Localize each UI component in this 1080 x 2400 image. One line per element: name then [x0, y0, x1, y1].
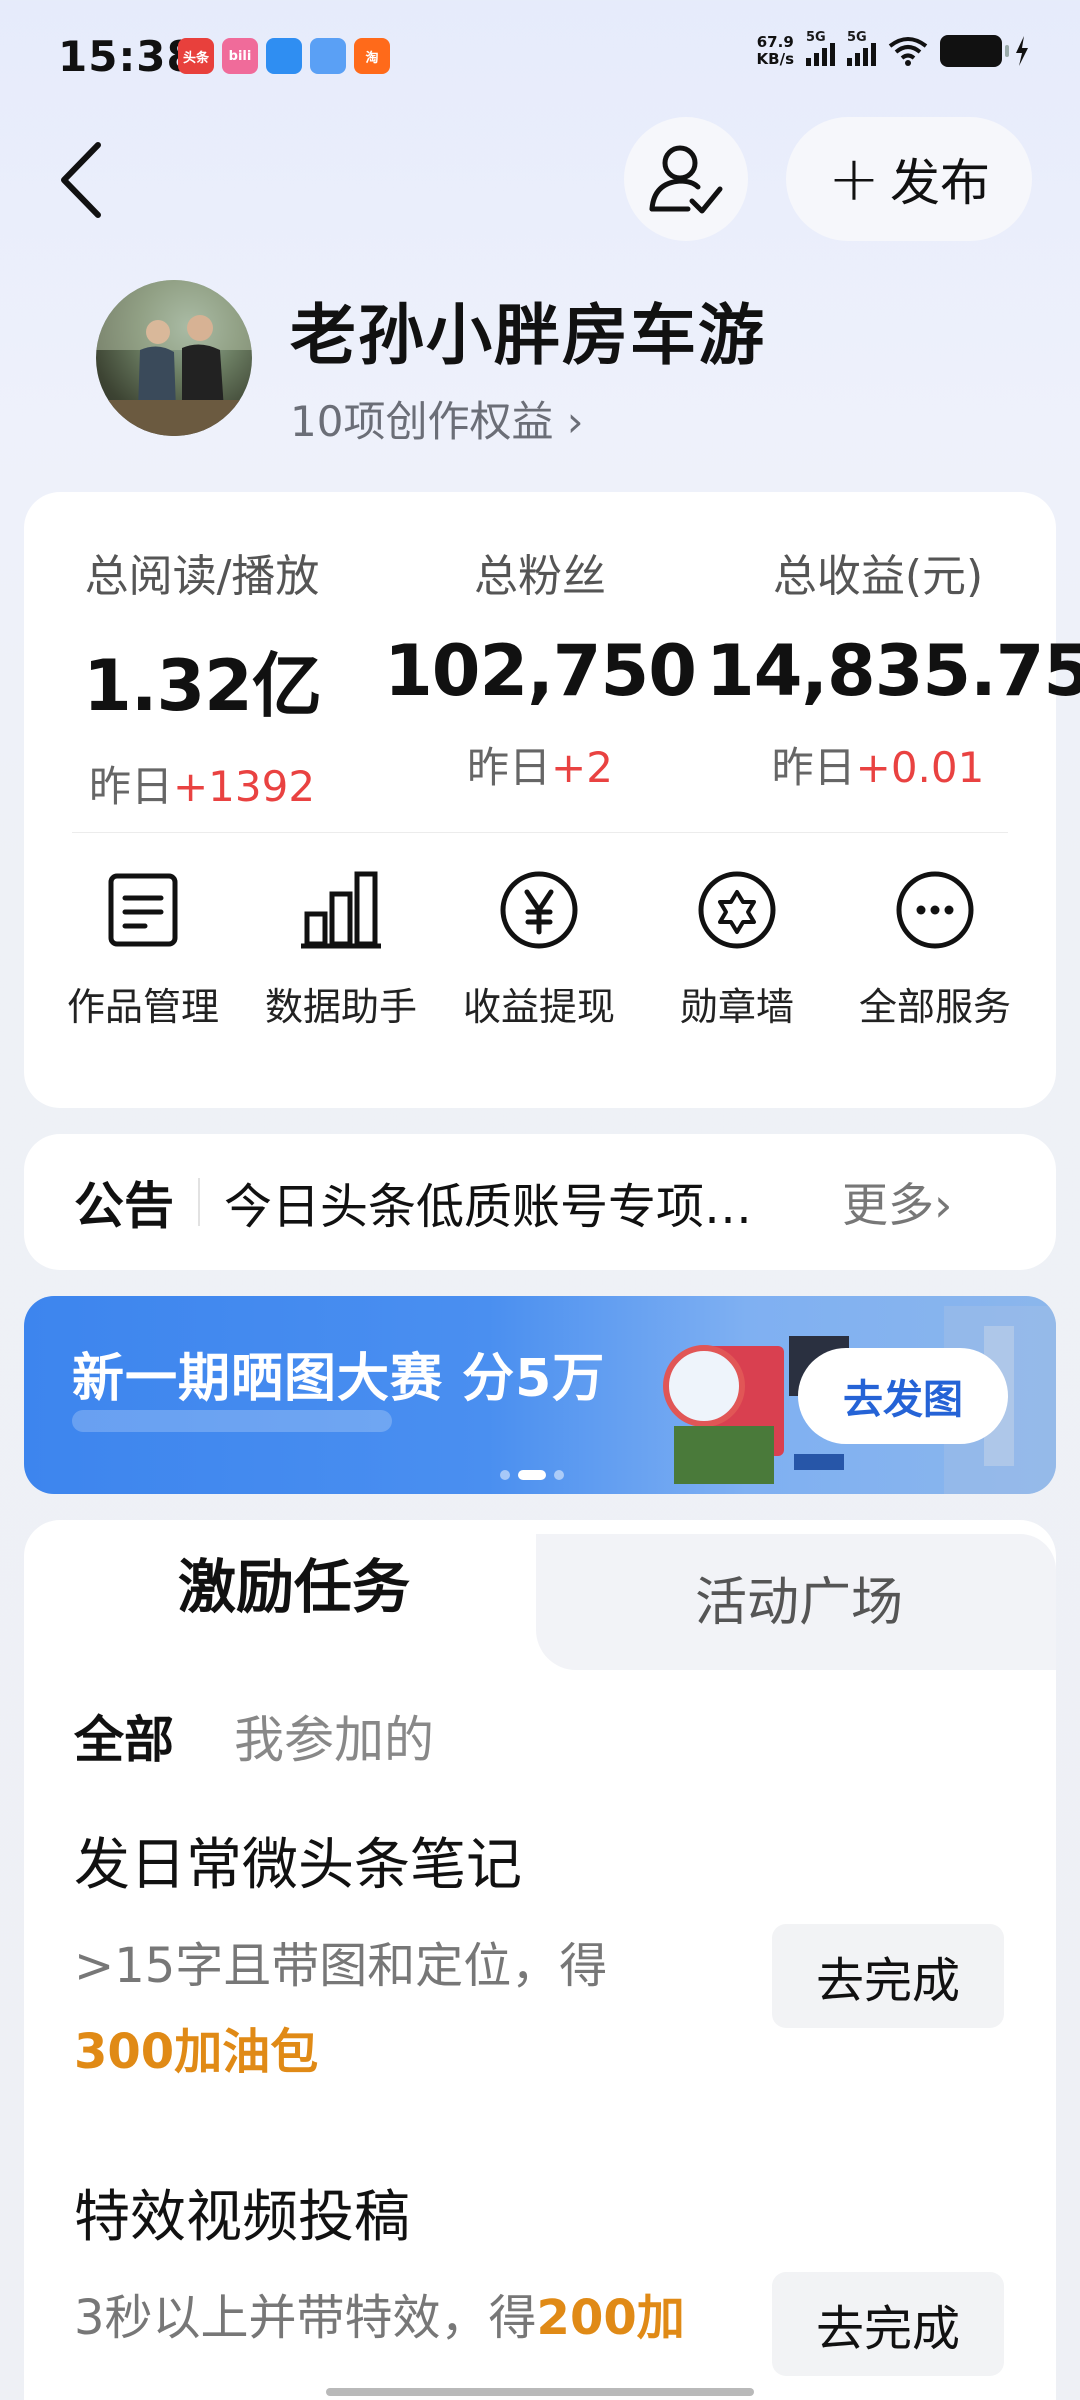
- tasks-section: 激励任务 活动广场 全部 我参加的 发日常微头条笔记 >15字且带图和定位，得 3…: [24, 1520, 1056, 2400]
- service-label: 勋章墙: [679, 985, 794, 1029]
- service-all-services[interactable]: 全部服务: [836, 868, 1034, 1031]
- battery-icon: [940, 35, 1009, 67]
- divider: [72, 832, 1008, 833]
- filter-joined[interactable]: 我参加的: [234, 1700, 434, 1772]
- publish-label: 发布: [889, 154, 990, 212]
- more-icon: [896, 871, 974, 949]
- task-reward: 300加油包: [74, 2024, 319, 2080]
- status-time: 15:38: [58, 32, 197, 81]
- tab-activity-plaza[interactable]: 活动广场: [544, 1560, 1054, 1635]
- document-icon: [108, 873, 178, 947]
- service-label: 作品管理: [66, 985, 219, 1029]
- bar-chart-icon: [301, 871, 381, 949]
- toutiao-icon: 头条: [178, 38, 214, 74]
- tab-incentive-tasks[interactable]: 激励任务: [24, 1540, 564, 1624]
- stat-delta: 昨日+0.01: [706, 734, 1050, 795]
- pagination-dot: [554, 1470, 564, 1480]
- stat-value: 102,750: [384, 630, 697, 712]
- pagination-dot: [500, 1470, 510, 1480]
- stat-delta-prefix: 昨日: [771, 743, 856, 792]
- task-description: 3秒以上并带特效，得200加: [74, 2275, 714, 2361]
- task-desc-text: >15字且带图和定位，得: [74, 1938, 608, 1994]
- promo-banner[interactable]: 新一期晒图大赛 分5万 去发图: [24, 1296, 1056, 1494]
- task-reward: 200加: [536, 2290, 685, 2346]
- creator-rights-link[interactable]: 10项创作权益 ›: [290, 388, 584, 449]
- service-label: 收益提现: [462, 985, 615, 1029]
- stat-total-reads[interactable]: 总阅读/播放 1.32亿 昨日+1392: [30, 540, 374, 814]
- service-works-management[interactable]: 作品管理: [44, 868, 242, 1031]
- banner-subtitle-blur: [72, 1410, 392, 1432]
- username: 老孙小胖房车游: [290, 297, 766, 374]
- stat-delta-prefix: 昨日: [88, 762, 173, 811]
- service-badge-wall[interactable]: 勋章墙: [638, 868, 836, 1031]
- task-item: 发日常微头条笔记 >15字且带图和定位，得 300加油包 去完成: [74, 1820, 1004, 2095]
- task-name: 特效视频投稿: [74, 2185, 410, 2250]
- stat-delta-value: +0.01: [855, 743, 985, 792]
- taobao-icon: 淘: [354, 38, 390, 74]
- service-label: 数据助手: [264, 985, 417, 1029]
- yen-icon: [500, 871, 578, 949]
- charging-icon: [1016, 36, 1028, 66]
- signal-icon: 5G: [806, 30, 835, 66]
- system-indicators: 67.9 KB/s 5G 5G: [757, 30, 1030, 68]
- bilibili-icon: bili: [222, 38, 258, 74]
- stat-delta: 昨日+1392: [30, 753, 374, 814]
- banner-action-button[interactable]: 去发图: [798, 1348, 1008, 1444]
- badge-icon: [698, 871, 776, 949]
- chevron-left-icon: [61, 142, 101, 218]
- stat-label: 总收益(元): [772, 551, 984, 602]
- stat-delta-prefix: 昨日: [467, 743, 552, 792]
- stat-label: 总粉丝: [474, 551, 606, 602]
- avatar-photo: [96, 280, 252, 436]
- services-row: 作品管理 数据助手 收益提现 勋章墙 全部服务: [24, 868, 1056, 1031]
- stats-card: 总阅读/播放 1.32亿 昨日+1392 总粉丝 102,750 昨日+2 总收…: [24, 492, 1080, 1108]
- task-item: 特效视频投稿 3秒以上并带特效，得200加 去完成: [74, 2172, 1004, 2376]
- stat-total-income[interactable]: 总收益(元) 14,835.75 昨日+0.01: [706, 540, 1080, 795]
- wifi-icon: [888, 37, 928, 66]
- announcement-bar[interactable]: 公告 今日头条低质账号专项… 更多›: [24, 1134, 1056, 1270]
- stat-value: 1.32亿: [83, 645, 322, 727]
- task-name: 发日常微头条笔记: [74, 1833, 522, 1898]
- announcement-text[interactable]: 今日头条低质账号专项…: [224, 1167, 814, 1237]
- back-button[interactable]: [50, 135, 120, 225]
- stat-delta: 昨日+2: [368, 734, 712, 795]
- stat-total-fans[interactable]: 总粉丝 102,750 昨日+2: [368, 540, 712, 795]
- stat-delta-value: +2: [551, 743, 613, 792]
- filter-all[interactable]: 全部: [74, 1700, 174, 1772]
- service-data-assistant[interactable]: 数据助手: [242, 868, 440, 1031]
- announcement-more-link[interactable]: 更多›: [842, 1169, 952, 1235]
- mail-icon: [310, 38, 346, 74]
- pagination-dot-active: [518, 1470, 546, 1480]
- plus-icon: +: [828, 142, 880, 215]
- notification-icons: 头条 bili 淘: [178, 38, 390, 74]
- banner-pagination: [500, 1470, 564, 1480]
- divider: [198, 1178, 200, 1226]
- publish-button[interactable]: + 发布: [786, 117, 1032, 241]
- user-check-icon: [649, 145, 723, 214]
- task-filters: 全部 我参加的: [74, 1700, 434, 1772]
- avatar[interactable]: [96, 280, 252, 436]
- signal-icon: 5G: [847, 30, 876, 66]
- announcement-title: 公告: [74, 1177, 174, 1235]
- signal-label: 5G: [806, 30, 826, 45]
- status-bar: 15:38 头条 bili 淘 67.9 KB/s 5G 5G: [0, 0, 1080, 120]
- stat-label: 总阅读/播放: [84, 551, 320, 602]
- task-complete-button[interactable]: 去完成: [772, 2272, 1004, 2376]
- net-speed-unit: KB/s: [756, 50, 794, 68]
- banner-title: 新一期晒图大赛 分5万: [72, 1349, 606, 1409]
- task-complete-button[interactable]: 去完成: [772, 1924, 1004, 2028]
- net-speed-value: 67.9: [756, 33, 794, 51]
- stat-value: 14,835.75: [706, 630, 1080, 712]
- task-description: >15字且带图和定位，得 300加油包: [74, 1923, 714, 2095]
- service-label: 全部服务: [858, 985, 1011, 1029]
- user-verify-button[interactable]: [624, 117, 748, 241]
- browser-icon: [266, 38, 302, 74]
- task-desc-text: 3秒以上并带特效，得: [74, 2290, 537, 2346]
- net-speed: 67.9 KB/s: [757, 34, 794, 68]
- signal-label: 5G: [847, 30, 867, 45]
- home-indicator[interactable]: [326, 2388, 754, 2396]
- stat-delta-value: +1392: [172, 762, 316, 811]
- service-withdraw-income[interactable]: 收益提现: [440, 868, 638, 1031]
